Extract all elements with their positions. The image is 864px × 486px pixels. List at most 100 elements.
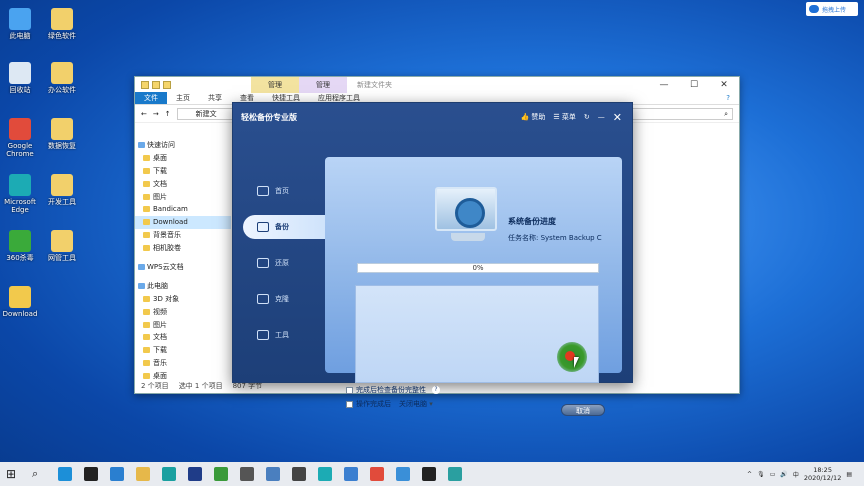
nav-item[interactable]: 文档 [135,178,231,191]
close-icon[interactable]: ✕ [709,77,739,93]
desktop-icon[interactable]: Download [0,286,42,318]
app-icon [9,62,31,84]
nav-item[interactable]: 桌面 [135,152,231,165]
after-op-checkbox[interactable] [346,400,353,408]
check-icon[interactable] [152,81,160,89]
desktop-icon[interactable]: 绿色软件 [40,8,84,40]
sidebar-icon [257,186,269,196]
after-op-label: 操作完成后 [356,400,391,408]
explorer-icon[interactable] [136,467,150,481]
image-icon[interactable] [214,467,228,481]
back-icon[interactable]: ← [141,110,147,118]
record2-icon[interactable] [422,467,436,481]
tab-home[interactable]: 主页 [167,92,199,104]
desktop-icon[interactable]: 开发工具 [40,174,84,206]
desktop-icon[interactable]: 网管工具 [40,230,84,262]
nav-item[interactable]: 图片 [135,191,231,204]
shell-icon[interactable] [292,467,306,481]
sidebar-item[interactable]: 还原 [243,251,325,275]
sidebar-item[interactable]: 首页 [243,179,325,203]
verify-checkbox-row[interactable]: 完成后检查备份完整性 ? [346,385,440,395]
sidebar-item[interactable]: 工具 [243,323,325,347]
nav-item[interactable]: 3D 对象 [135,293,231,306]
thumb-icon: 👍 [520,113,530,121]
verify-label: 完成后检查备份完整性 [356,386,426,394]
navigation-pane: 快速访问 桌面 下载 文档 图片 Bandicam Download 背景音乐 相机胶卷 WPS云… [135,139,231,383]
maximize-icon[interactable]: ☐ [679,77,709,93]
tab-file[interactable]: 文件 [135,92,167,104]
disk-icon[interactable] [266,467,280,481]
desktop-icon[interactable]: 回收站 [0,62,42,94]
nav-item[interactable]: 下载 [135,344,231,357]
edge2-icon[interactable] [318,467,332,481]
volume-icon[interactable]: 🔊 [780,471,787,478]
bird-icon[interactable] [344,467,358,481]
desktop-icon[interactable]: 办公软件 [40,62,84,94]
search-input[interactable]: ⌕ [630,107,733,120]
monitor-icon[interactable] [110,467,124,481]
nav-group[interactable]: 此电脑 [135,280,231,293]
desktop-icon[interactable]: 此电脑 [0,8,42,40]
cancel-button[interactable]: 取消 [561,404,605,416]
nav-group[interactable]: WPS云文档 [135,261,231,274]
nav-item[interactable]: Bandicam [135,203,231,216]
explorer-titlebar: 管理 管理 新建文件夹 — ☐ ✕ [135,77,739,93]
nav-item[interactable]: Download [135,216,231,230]
minimize-icon[interactable]: — [649,77,679,93]
desktop-icon[interactable]: 数据恢复 [40,118,84,150]
nav-item[interactable]: 音乐 [135,357,231,370]
chrome-icon[interactable] [370,467,384,481]
ribbon-context-tab-manage-2[interactable]: 管理 [299,77,347,93]
ribbon-context-tab-manage-1[interactable]: 管理 [251,77,299,93]
menu-button[interactable]: ☰ 菜单 [553,112,576,122]
donate-button[interactable]: 👍 赞助 [520,112,545,122]
up-icon[interactable]: ↑ [165,110,171,118]
folder-icon[interactable] [141,81,149,89]
nav-item[interactable]: 下载 [135,165,231,178]
photoshop-icon[interactable] [188,467,202,481]
app-icon[interactable] [162,467,176,481]
nav-item[interactable]: 背景音乐 [135,229,231,242]
sidebar-icon [257,330,269,340]
forward-icon[interactable]: → [153,110,159,118]
sidebar-item[interactable]: 克隆 [243,287,325,311]
tray-chevron-icon[interactable]: ^ [747,471,752,478]
ime-indicator[interactable]: 中 [793,470,799,479]
windows-start-icon[interactable]: ⊞ [6,467,20,481]
clock[interactable]: 18:25 2020/12/12 [804,466,841,482]
help-icon[interactable]: ? [432,386,440,394]
close-icon[interactable]: ✕ [613,111,622,124]
after-op-checkbox-row[interactable]: 操作完成后 关闭电脑 [346,399,433,409]
refresh-icon[interactable]: ↻ [584,113,590,121]
notification-icon[interactable]: ▤ [846,471,852,478]
tab-share[interactable]: 共享 [199,92,231,104]
sidebar-label: 备份 [275,223,289,231]
nav-item[interactable]: 视频 [135,306,231,319]
backup-app-window: 轻松备份专业版 👍 赞助 ☰ 菜单 ↻ — ✕ 首页 备份 还原 克隆 工具 系统备份进… [232,102,633,416]
status-selected: 选中 1 个项目 [178,382,223,390]
nav-item[interactable]: 文档 [135,331,231,344]
desktop-icon[interactable]: Google Chrome [0,118,42,158]
sidebar-item[interactable]: 备份 [243,215,325,239]
search-icon[interactable]: ⌕ [32,467,46,481]
folder-icon[interactable] [163,81,171,89]
sidebar-label: 首页 [275,187,289,195]
network-icon[interactable]: ▭ [770,471,776,478]
mic-icon[interactable]: 🎙 [757,471,765,478]
verify-checkbox[interactable] [346,386,353,394]
nav-item[interactable]: 图片 [135,319,231,332]
help-icon[interactable]: ? [717,92,739,104]
nav-group[interactable]: 快速访问 [135,139,231,152]
desktop-icon[interactable]: Microsoft Edge [0,174,42,214]
desktop-icon-label: 网管工具 [48,254,76,262]
edge-icon[interactable] [58,467,72,481]
record-icon[interactable] [84,467,98,481]
desktop-icon[interactable]: 360杀毒 [0,230,42,262]
after-op-dropdown[interactable]: 关闭电脑 [399,399,433,409]
media-icon[interactable] [240,467,254,481]
minimize-icon[interactable]: — [598,113,605,121]
network-icon[interactable] [396,467,410,481]
cloud-upload-button[interactable]: 拖拽上传 [806,2,858,16]
nav-item[interactable]: 相机胶卷 [135,242,231,255]
backup-icon[interactable] [448,467,462,481]
